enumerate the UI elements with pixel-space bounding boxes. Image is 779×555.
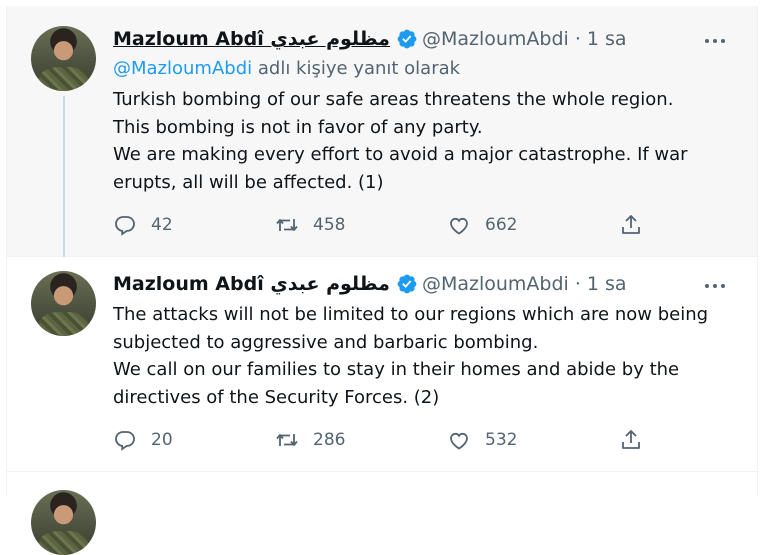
tweet-header: Mazloum Abdî مظلوم عبدي @MazloumAbdi · 1… (113, 273, 627, 295)
tweet-actions: 42 458 662 (113, 213, 653, 239)
tweet-text: Turkish bombing of our safe areas threat… (113, 86, 733, 196)
more-icon[interactable] (705, 36, 729, 46)
reply-mention-link[interactable]: @MazloumAbdi (113, 58, 252, 79)
tweet-line: erupts, all will be affected. (1) (113, 171, 384, 193)
share-icon (622, 430, 640, 449)
tweet-line: We call on our families to stay in their… (113, 359, 680, 380)
retweet-icon (276, 219, 298, 231)
retweet-button[interactable]: 458 (275, 213, 345, 237)
separator: · (574, 28, 581, 50)
avatar[interactable] (31, 490, 96, 555)
tweet-text: The attacks will not be limited to our r… (113, 301, 733, 411)
handle[interactable]: @MazloumAbdi (422, 273, 569, 295)
reply-icon (115, 431, 135, 451)
tweet-header: Mazloum Abdî مظلوم عبدي @MazloumAbdi · 1… (113, 28, 627, 50)
retweet-count: 286 (313, 430, 346, 450)
reply-context: @MazloumAbdi adlı kişiye yanıt olarak (113, 58, 460, 79)
display-name[interactable]: Mazloum Abdî مظلوم عبدي (113, 28, 390, 50)
like-count: 662 (485, 215, 518, 235)
retweet-count: 458 (313, 215, 346, 235)
tweet-line: This bombing is not in favor of any part… (113, 116, 483, 138)
tweet-actions: 20 286 532 (113, 428, 653, 454)
avatar[interactable] (31, 26, 96, 91)
timestamp[interactable]: 1 sa (587, 273, 627, 295)
tweet-line: subjected to aggressive and barbaric bom… (113, 331, 539, 353)
timeline: Mazloum Abdî مظلوم عبدي @MazloumAbdi · 1… (6, 6, 758, 555)
display-name[interactable]: Mazloum Abdî مظلوم عبدي (113, 273, 390, 295)
avatar[interactable] (31, 271, 96, 336)
retweet-button[interactable]: 286 (275, 428, 345, 452)
share-icon (622, 215, 640, 234)
tweet-line: Turkish bombing of our safe areas threat… (113, 89, 674, 110)
like-icon (450, 432, 468, 450)
like-count: 532 (485, 430, 518, 450)
separator: · (574, 273, 581, 295)
thread-connector (63, 96, 65, 257)
tweet-2[interactable]: Mazloum Abdî مظلوم عبدي @MazloumAbdi · 1… (7, 257, 757, 472)
like-button[interactable]: 662 (447, 213, 517, 237)
reply-icon (115, 216, 135, 236)
reply-button[interactable]: 42 (113, 213, 173, 237)
reply-count: 20 (151, 430, 173, 450)
reply-count: 42 (151, 215, 173, 235)
tweet-line: directives of the Security Forces. (2) (113, 386, 440, 408)
more-icon[interactable] (705, 281, 729, 291)
verified-badge-icon (397, 274, 417, 294)
tweet-3[interactable] (7, 472, 757, 555)
tweet-line: The attacks will not be limited to our r… (113, 304, 709, 325)
tweet-line: We are making every effort to avoid a ma… (113, 144, 688, 165)
handle[interactable]: @MazloumAbdi (422, 28, 569, 50)
share-button[interactable] (619, 213, 657, 237)
timestamp[interactable]: 1 sa (587, 28, 627, 50)
verified-badge-icon (397, 29, 417, 49)
like-icon (450, 217, 468, 235)
retweet-icon (276, 434, 298, 446)
like-button[interactable]: 532 (447, 428, 517, 452)
reply-suffix: adlı kişiye yanıt olarak (252, 58, 461, 79)
reply-button[interactable]: 20 (113, 428, 173, 452)
tweet-1[interactable]: Mazloum Abdî مظلوم عبدي @MazloumAbdi · 1… (7, 6, 757, 257)
share-button[interactable] (619, 428, 657, 452)
